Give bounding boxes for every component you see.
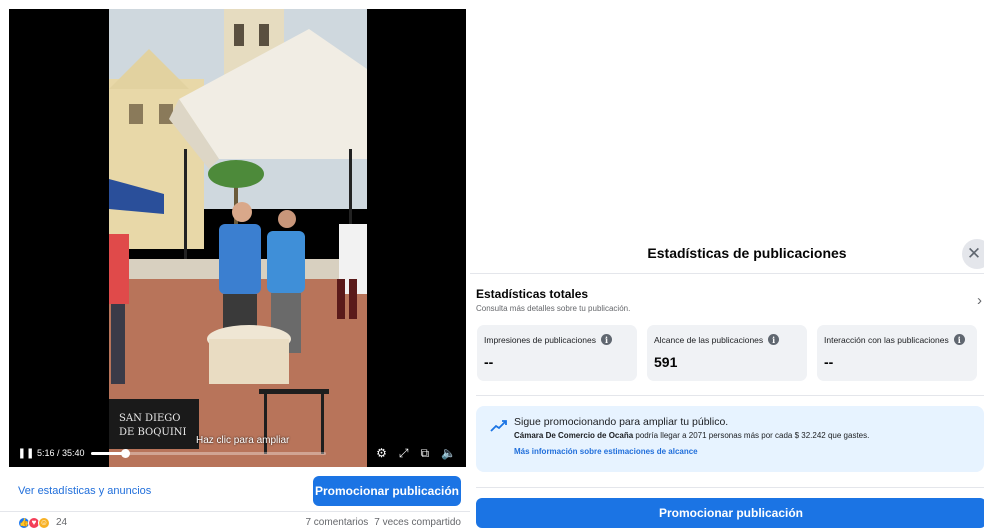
divider [476,395,984,396]
fullscreen-icon[interactable]: ⤢ [399,446,409,461]
promote-post-button[interactable]: Promocionar publicación [313,475,461,506]
volume-muted-icon[interactable]: 🔈 [441,446,456,460]
promotion-tip: Sigue promocionando para ampliar tu públ… [476,406,984,472]
promote-post-button[interactable]: Promocionar publicación [476,498,984,528]
video-progress-knob[interactable] [121,448,131,458]
reactions-summary[interactable]: 👍 ♥ ☺ 24 [18,516,68,529]
total-stats-subtitle: Consulta más detalles sobre tu publicaci… [476,304,631,313]
video-player[interactable]: SAN DIEGO DE BOQUINI Haz clic para ampli… [9,9,466,467]
reach-estimate-link[interactable]: Más información sobre estimaciones de al… [514,447,974,456]
shares-count[interactable]: 7 veces compartido [374,517,461,528]
chevron-right-icon: › [977,292,982,309]
video-progress-bar[interactable] [90,448,326,458]
panel-header: Estadísticas de publicaciones ✕ [470,232,984,274]
reaction-count: 24 [56,517,68,528]
pause-icon[interactable]: ❚❚ [18,448,35,459]
settings-icon[interactable]: ⚙ [376,446,387,460]
metric-label: Alcance de las publicaciones [654,334,764,345]
metric-value: -- [484,354,494,370]
info-icon[interactable]: i [768,334,780,345]
panel-title: Estadísticas de publicaciones [647,244,847,261]
svg-text:SAN DIEGO: SAN DIEGO [119,413,180,424]
video-thumbnail: SAN DIEGO DE BOQUINI [109,9,367,467]
picture-in-picture-icon[interactable]: ⧉ [420,446,429,461]
promotion-estimate: podría llegar a 2071 personas más por ca… [633,431,870,440]
promotion-title: Sigue promocionando para ampliar tu públ… [514,416,729,428]
post-stats-panel: Estadísticas de publicaciones ✕ Estadíst… [470,232,984,531]
comments-count[interactable]: 7 comentarios [305,517,368,528]
video-time: 5:16 / 35:40 [37,448,85,458]
divider [476,487,984,488]
page-name: Cámara De Comercio de Ocaña [514,431,634,440]
metric-value: 591 [654,354,678,370]
info-icon[interactable]: i [600,334,612,345]
svg-text:DE BOQUINI: DE BOQUINI [119,427,187,438]
video-frame[interactable]: SAN DIEGO DE BOQUINI [109,9,367,467]
trend-up-icon [490,420,507,432]
metric-card-impressions: Impresiones de publicaciones i -- [477,325,637,381]
total-stats-title: Estadísticas totales [476,287,589,301]
post-actions: Ver estadísticas y anuncios Promocionar … [0,470,470,512]
metric-card-reach: Alcance de las publicaciones i 591 [647,325,807,381]
video-controls: ❚❚ 5:16 / 35:40 ⚙ ⤢ ⧉ 🔈 [9,439,466,467]
metric-value: -- [824,354,834,370]
close-icon[interactable]: ✕ [962,239,984,269]
video-progress-fill [90,451,126,455]
total-stats-row[interactable]: Estadísticas totales Consulta más detall… [476,287,984,313]
view-stats-link[interactable]: Ver estadísticas y anuncios [18,485,151,497]
promotion-body: Cámara De Comercio de Ocaña podría llega… [514,431,974,440]
post-panel: SAN DIEGO DE BOQUINI Haz clic para ampli… [0,0,470,531]
metric-label: Impresiones de publicaciones [484,334,596,345]
metrics-row: Impresiones de publicaciones i -- Alcanc… [477,325,984,381]
metric-label: Interacción con las publicaciones [824,334,949,345]
care-reaction-icon: ☺ [38,516,50,529]
post-footer: 👍 ♥ ☺ 24 7 comentarios 7 veces compartid… [0,514,470,531]
metric-card-engagement: Interacción con las publicaciones i -- [817,325,977,381]
info-icon[interactable]: i [953,334,965,345]
